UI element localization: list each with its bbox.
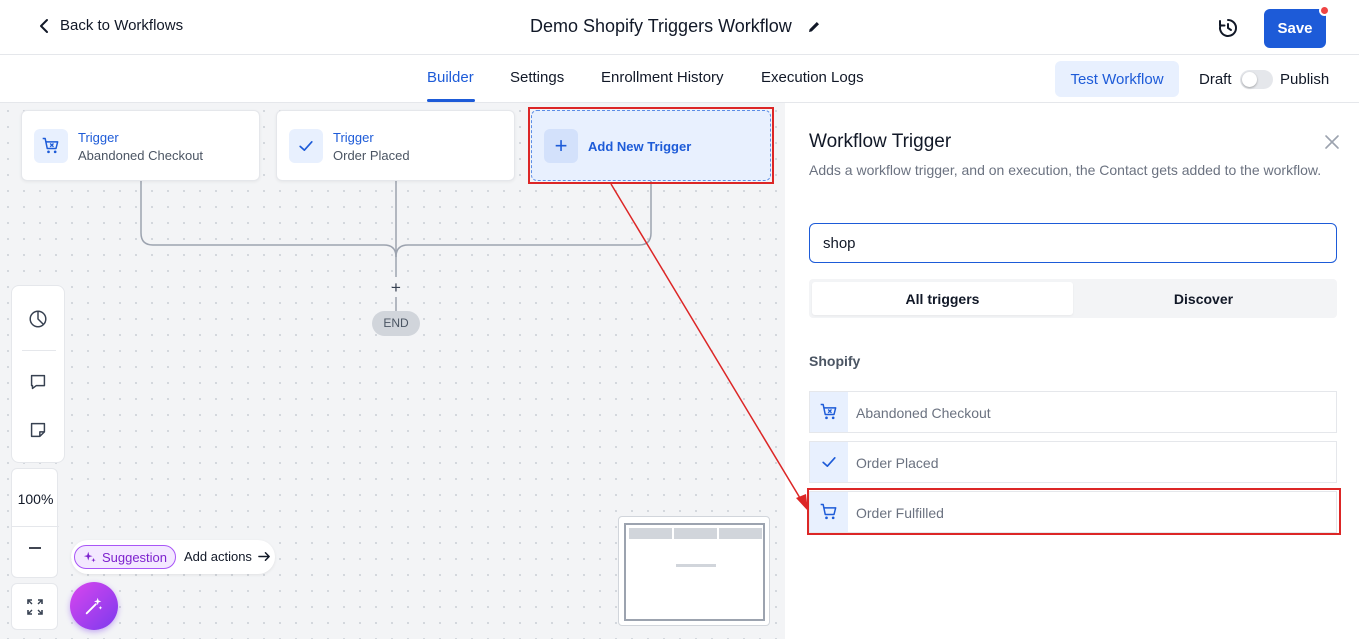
minimap-node [674,528,717,539]
cart-icon [42,137,59,154]
ai-assistant-button[interactable] [70,582,118,630]
close-icon [1325,135,1339,149]
zoom-divider [12,526,59,527]
trigger-card-order-placed[interactable]: Trigger Order Placed [276,110,515,181]
tab-bar: Builder Settings Enrollment History Exec… [0,55,1359,103]
minimap-end [676,564,716,567]
cart-icon [820,403,837,420]
trigger-icon-box [34,129,68,163]
option-label: Order Fulfilled [856,505,944,521]
arrow-right-icon [258,552,270,561]
unsaved-dot [1319,5,1330,16]
plus-icon: + [544,129,578,163]
trigger-card-abandoned-checkout[interactable]: Trigger Abandoned Checkout [21,110,260,181]
tab-settings[interactable]: Settings [510,69,564,86]
comment-icon [30,374,46,390]
workflow-title-text: Demo Shopify Triggers Workflow [530,16,792,36]
minimap[interactable] [618,516,770,626]
trigger-segment-control: All triggers Discover [809,279,1337,318]
option-icon-box [810,492,848,532]
trigger-group-label: Shopify [809,353,861,369]
trigger-icon-box [289,129,323,163]
minimap-viewport [624,523,765,621]
toggle-knob [1242,72,1257,87]
history-icon [1219,19,1237,37]
pencil-icon[interactable] [806,19,822,35]
back-label: Back to Workflows [60,17,184,34]
add-actions-label: Add actions [184,549,252,564]
trigger-name: Order Placed [333,148,410,163]
trigger-search-input[interactable] [809,223,1337,263]
cart-icon [820,503,837,520]
save-label: Save [1277,20,1313,37]
add-step-button[interactable]: + [387,279,405,297]
segment-all-triggers[interactable]: All triggers [812,282,1073,315]
top-header: Back to Workflows Demo Shopify Triggers … [0,0,1359,55]
toolbox-divider [22,350,56,351]
trigger-option-order-fulfilled[interactable]: Order Fulfilled [809,491,1337,533]
minus-icon [29,547,41,549]
trigger-option-order-placed[interactable]: Order Placed [809,441,1337,483]
option-icon-box [810,442,848,482]
chevron-left-icon [40,18,48,33]
trigger-type-label: Trigger [78,130,119,145]
segment-discover[interactable]: Discover [1073,282,1334,315]
zoom-out-button[interactable] [26,539,44,557]
workflow-title: Demo Shopify Triggers Workflow [530,16,822,37]
workflow-trigger-panel: Workflow Trigger Adds a workflow trigger… [785,103,1359,639]
publish-toggle[interactable] [1240,70,1273,89]
canvas-toolbox [11,285,65,463]
zoom-control: 100% [11,468,59,578]
stats-tool[interactable] [27,308,51,332]
active-tab-indicator [427,99,475,102]
publish-label: Publish [1280,71,1330,88]
suggestion-bar: Suggestion Add actions [71,540,275,574]
minimap-node [629,528,672,539]
fit-view-button[interactable] [11,583,58,630]
add-actions-link[interactable]: Add actions [184,549,271,564]
tab-enrollment-history[interactable]: Enrollment History [601,69,724,86]
note-tool[interactable] [27,419,51,443]
draft-label: Draft [1199,71,1232,88]
add-trigger-label: Add New Trigger [588,139,692,154]
sparkle-icon [83,551,96,563]
add-new-trigger-button[interactable]: + Add New Trigger [531,110,771,181]
history-button[interactable] [1216,16,1240,40]
pie-chart-icon [29,310,47,328]
option-label: Abandoned Checkout [856,405,991,421]
panel-description: Adds a workflow trigger, and on executio… [809,162,1322,178]
back-to-workflows-link[interactable]: Back to Workflows [36,17,183,34]
test-workflow-button[interactable]: Test Workflow [1055,61,1179,97]
minimap-node [719,528,762,539]
trigger-name: Abandoned Checkout [78,148,204,163]
option-label: Order Placed [856,455,939,471]
check-icon [299,141,313,151]
magic-wand-icon [85,597,103,615]
expand-icon [26,598,43,615]
panel-title: Workflow Trigger [809,131,952,152]
tab-execution-logs[interactable]: Execution Logs [761,69,864,86]
tab-builder[interactable]: Builder [427,69,474,86]
save-button[interactable]: Save [1264,5,1330,48]
trigger-option-abandoned-checkout[interactable]: Abandoned Checkout [809,391,1337,433]
suggestion-label: Suggestion [101,549,168,565]
zoom-level: 100% [17,491,54,507]
close-panel-button[interactable] [1323,133,1341,151]
sticky-note-icon [30,422,46,438]
end-node: END [372,311,420,336]
check-icon [822,457,836,467]
workflow-canvas[interactable]: Trigger Abandoned Checkout Trigger Order… [0,103,785,639]
comment-tool[interactable] [27,371,51,395]
suggestion-button[interactable]: Suggestion [74,545,176,569]
trigger-type-label: Trigger [333,130,374,145]
option-icon-box [810,392,848,432]
